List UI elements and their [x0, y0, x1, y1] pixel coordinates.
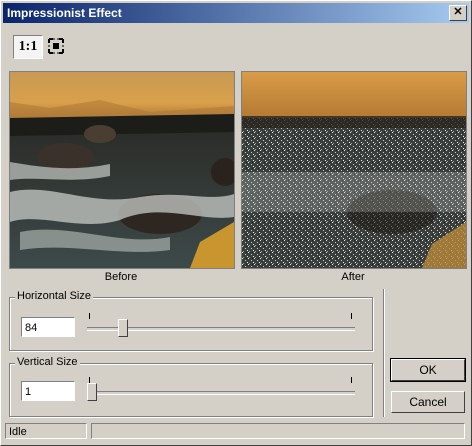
vertical-slider-tick-max: [351, 377, 352, 383]
vertical-size-input[interactable]: 1: [21, 381, 75, 401]
before-preview[interactable]: [9, 71, 239, 269]
horizontal-slider-thumb[interactable]: [117, 319, 128, 337]
fit-to-window-icon: [48, 38, 64, 54]
dialog-window: Impressionist Effect ✕ 1:1 Before After …: [0, 0, 472, 446]
horizontal-slider-tick-min: [89, 313, 90, 319]
after-label: After: [341, 271, 365, 283]
button-divider: [383, 289, 384, 417]
close-button[interactable]: ✕: [449, 5, 467, 21]
before-label: Before: [104, 271, 138, 283]
vertical-slider-track[interactable]: [87, 391, 355, 395]
title-bar[interactable]: Impressionist Effect ✕: [3, 3, 469, 23]
after-image: [242, 72, 466, 268]
vertical-slider-thumb[interactable]: [87, 383, 97, 401]
status-bar-panel: [91, 423, 465, 439]
after-preview[interactable]: [241, 71, 467, 269]
cancel-button[interactable]: Cancel: [391, 391, 465, 413]
status-text: Idle: [5, 423, 87, 439]
ok-button[interactable]: OK: [390, 358, 466, 382]
horizontal-slider-tick-max: [351, 313, 352, 319]
fit-to-window-button[interactable]: [45, 35, 67, 57]
vertical-size-label: Vertical Size: [15, 356, 80, 368]
actual-size-button[interactable]: 1:1: [13, 35, 43, 59]
before-image: [10, 72, 239, 268]
window-title: Impressionist Effect: [7, 6, 122, 20]
horizontal-size-label: Horizontal Size: [15, 290, 93, 302]
horizontal-size-input[interactable]: 84: [21, 317, 75, 337]
